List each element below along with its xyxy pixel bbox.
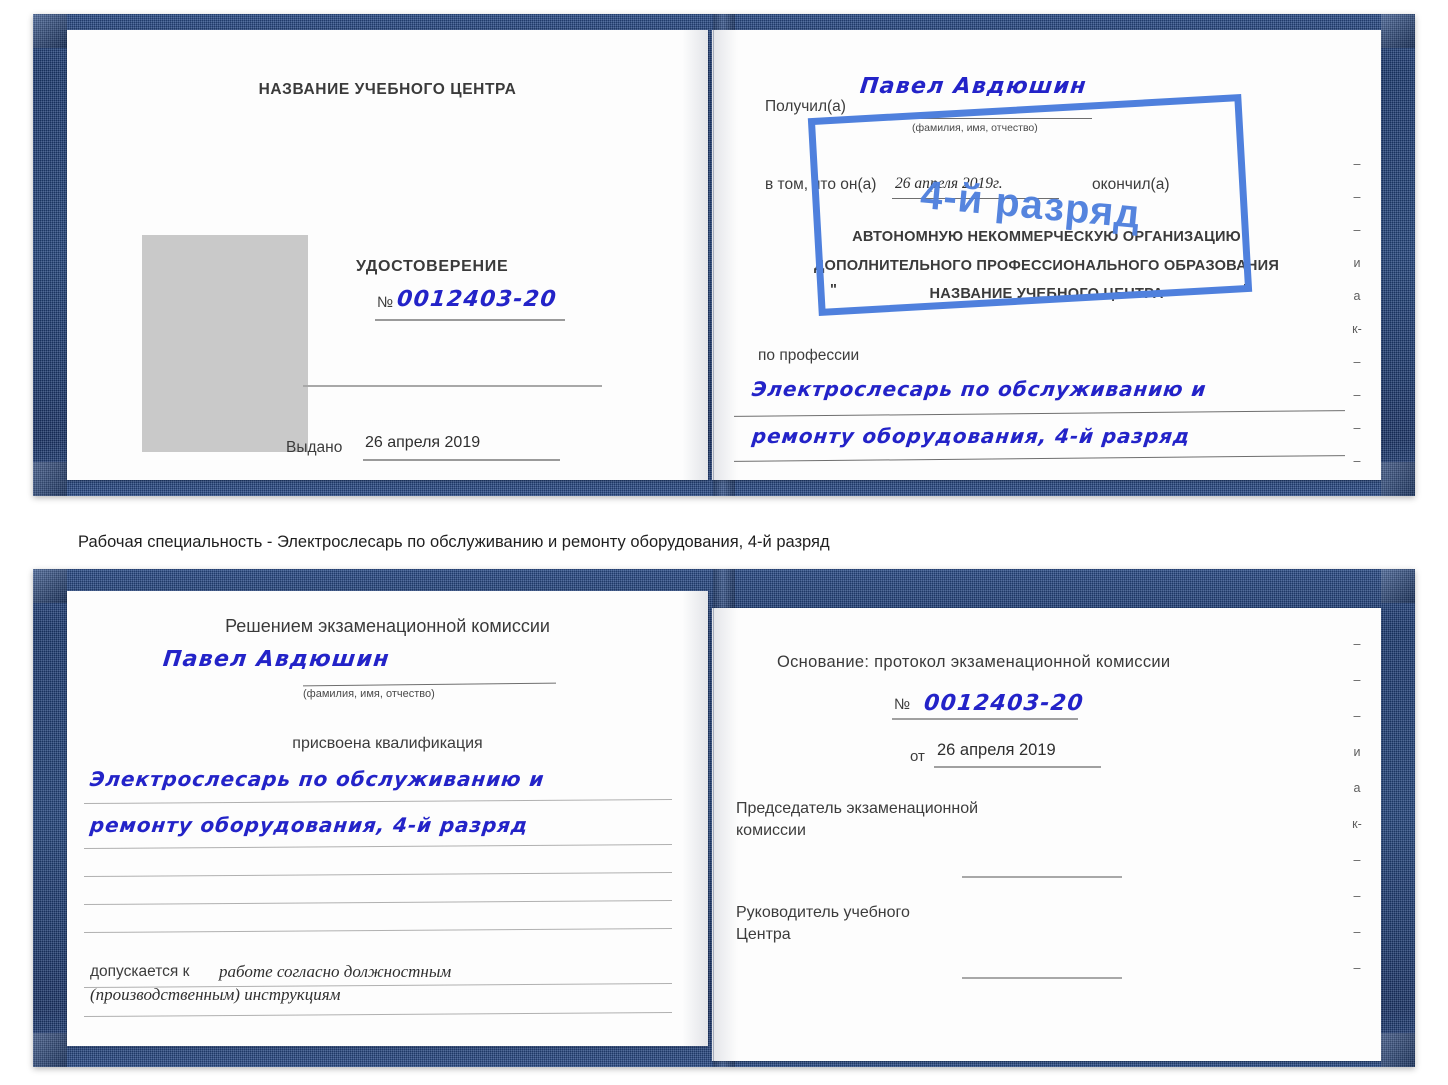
training-center-header: НАЗВАНИЕ УЧЕБНОГО ЦЕНТРА	[258, 81, 517, 98]
edge-bleed-char: –	[1353, 709, 1361, 723]
protocol-number-underline	[892, 718, 1078, 720]
profession-value-line-1: Электрослесарь по обслуживанию и	[750, 377, 1208, 401]
qualification-underline-1	[84, 798, 672, 805]
edge-bleed-char: –	[1353, 637, 1361, 651]
protocol-from-value: 26 апреля 2019	[937, 741, 1056, 759]
edge-bleed-char: –	[1353, 421, 1361, 435]
head-signature-line	[962, 977, 1122, 979]
certificate-top: НАЗВАНИЕ УЧЕБНОГО ЦЕНТРА УДОСТОВЕРЕНИЕ №…	[33, 14, 1415, 496]
profession-label: по профессии	[758, 347, 860, 364]
cover-corner-bl	[33, 462, 67, 496]
edge-bleed-char: и	[1353, 256, 1361, 270]
qualification-label: присвоена квалификация	[292, 735, 483, 752]
edge-bleed-char: –	[1353, 190, 1361, 204]
cover-corner-br-2	[1381, 1033, 1415, 1067]
edge-bleed-char: –	[1353, 925, 1361, 939]
protocol-from-underline	[934, 766, 1101, 768]
head-label-line-1: Руководитель учебного	[736, 904, 910, 921]
edge-bleed-char: –	[1353, 223, 1361, 237]
that-he-label: в том, что он(а)	[765, 176, 877, 193]
edge-bleed-char: –	[1353, 889, 1361, 903]
admitted-value-line-2: (производственным) инструкциям	[90, 985, 341, 1004]
chairman-signature-line	[962, 876, 1122, 878]
bottom-right-page: Основание: протокол экзаменационной коми…	[712, 608, 1381, 1061]
document-type-label: УДОСТОВЕРЕНИЕ	[356, 258, 509, 275]
gutter-shade-left	[712, 30, 738, 480]
head-label-line-2: Центра	[736, 926, 791, 943]
bottom-left-page: Решением экзаменационной комиссии Павел …	[67, 591, 708, 1046]
profession-underline-1	[734, 410, 1345, 417]
top-left-page: НАЗВАНИЕ УЧЕБНОГО ЦЕНТРА УДОСТОВЕРЕНИЕ №…	[67, 30, 708, 480]
admitted-label: допускается к	[90, 963, 190, 980]
organization-name: НАЗВАНИЕ УЧЕБНОГО ЦЕНТРА	[929, 286, 1164, 302]
protocol-from-label: от	[910, 748, 925, 765]
qualification-underline-2	[84, 843, 672, 850]
profession-underline-2	[734, 455, 1345, 462]
edge-bleed-char: –	[1353, 853, 1361, 867]
chairman-label-line-2: комиссии	[736, 822, 806, 839]
edge-bleed-char: –	[1353, 673, 1361, 687]
qualification-value-line-1: Электрослесарь по обслуживанию и	[88, 767, 546, 791]
gutter-shade-right-2	[682, 591, 708, 1046]
chairman-label-line-1: Председатель экзаменационной	[736, 800, 979, 817]
qualification-value-line-2: ремонту оборудования, 4-й разряд	[88, 813, 530, 837]
edge-bleed-char: –	[1353, 388, 1361, 402]
edge-bleed-char: –	[1353, 157, 1361, 171]
student-name-underline	[303, 682, 556, 687]
number-underline	[375, 319, 565, 321]
blank-line-1	[303, 385, 602, 387]
cover-corner-tl-2	[33, 569, 67, 603]
blank-ruled-line-3	[84, 927, 672, 934]
gutter-shade-left-2	[712, 608, 738, 1061]
admitted-underline-2	[84, 1011, 672, 1018]
edge-bleed-char: –	[1353, 355, 1361, 369]
certificate-number-value: 0012403-20	[395, 287, 559, 312]
edge-bleed-char: а	[1353, 289, 1361, 303]
protocol-number-value: 0012403-20	[922, 691, 1086, 716]
blank-ruled-line-1	[84, 871, 672, 878]
received-name-value: Павел Авдюшин	[858, 74, 1089, 99]
organization-quote-close: "	[1243, 282, 1251, 298]
protocol-number-symbol: №	[894, 696, 911, 713]
certificate-bottom: Решением экзаменационной комиссии Павел …	[33, 569, 1415, 1067]
edge-bleed-char: –	[1353, 454, 1361, 468]
cover-corner-tr	[1381, 14, 1415, 48]
organization-line-1: АВТОНОМНУЮ НЕКОММЕРЧЕСКУЮ ОРГАНИЗАЦИЮ	[852, 229, 1241, 245]
organization-line-2: ДОПОЛНИТЕЛЬНОГО ПРОФЕССИОНАЛЬНОГО ОБРАЗО…	[813, 258, 1280, 274]
admitted-value-line-1: работе согласно должностным	[219, 962, 452, 981]
issued-date-value: 26 апреля 2019	[365, 434, 481, 451]
fio-hint: (фамилия, имя, отчество)	[912, 122, 1038, 134]
cover-corner-tl	[33, 14, 67, 48]
issued-label: Выдано	[286, 439, 343, 456]
issued-underline	[363, 459, 560, 461]
cover-corner-bl-2	[33, 1033, 67, 1067]
page-caption: Рабочая специальность - Электрослесарь п…	[78, 533, 830, 551]
blank-ruled-line-2	[84, 899, 672, 906]
completion-date-underline	[892, 198, 1059, 199]
edge-bleed-char: к-	[1352, 322, 1362, 336]
cover-corner-br	[1381, 462, 1415, 496]
edge-bleed-char: и	[1353, 745, 1361, 759]
edge-bleed-char: к-	[1352, 817, 1362, 831]
number-symbol: №	[377, 294, 394, 311]
completion-date-value: 26 апреля 2019г.	[895, 175, 1003, 192]
student-name-value: Павел Авдюшин	[161, 647, 392, 672]
edge-bleed-char: –	[1353, 961, 1361, 975]
received-underline	[858, 118, 1092, 119]
profession-value-line-2: ремонту оборудования, 4-й разряд	[750, 424, 1192, 448]
fio-hint-2: (фамилия, имя, отчество)	[303, 688, 435, 700]
edge-bleed-column: – – – и а к- – – – –	[1346, 158, 1368, 480]
top-right-page: Получил(а) Павел Авдюшин (фамилия, имя, …	[712, 30, 1381, 480]
received-label: Получил(а)	[765, 98, 846, 115]
basis-label: Основание: протокол экзаменационной коми…	[777, 653, 1171, 671]
commission-decision-header: Решением экзаменационной комиссии	[225, 616, 550, 636]
finished-label: окончил(а)	[1092, 176, 1170, 193]
edge-bleed-char: а	[1353, 781, 1361, 795]
edge-bleed-column-2: – – – и а к- – – – –	[1346, 638, 1368, 998]
cover-corner-tr-2	[1381, 569, 1415, 603]
photo-placeholder	[142, 235, 308, 452]
